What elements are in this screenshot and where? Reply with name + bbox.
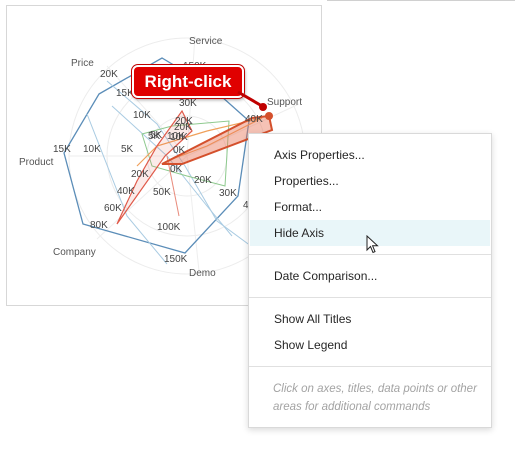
right-tick: 30K bbox=[219, 188, 237, 199]
axis-label-price[interactable]: Price bbox=[71, 58, 94, 69]
demo-tick: 50K bbox=[153, 187, 171, 198]
product-tick: 15K bbox=[53, 144, 71, 155]
top-divider bbox=[327, 0, 515, 1]
menu-item-format[interactable]: Format... bbox=[250, 194, 490, 220]
company-tick: 60K bbox=[104, 203, 122, 214]
demo-tick: 150K bbox=[164, 254, 188, 265]
inner-tick: 10K bbox=[167, 131, 185, 142]
axis-label-support[interactable]: Support bbox=[267, 97, 302, 108]
menu-item-show-legend[interactable]: Show Legend bbox=[250, 332, 490, 358]
axis-label-service[interactable]: Service bbox=[189, 36, 223, 47]
menu-hint: Click on axes, titles, data points or ot… bbox=[273, 383, 477, 413]
price-tick: 20K bbox=[100, 69, 118, 80]
company-tick: 80K bbox=[90, 220, 108, 231]
axis-label-company[interactable]: Company bbox=[53, 247, 96, 258]
menu-item-properties[interactable]: Properties... bbox=[250, 168, 490, 194]
inner-tick: 5K bbox=[148, 131, 161, 142]
menu-item-date-comparison[interactable]: Date Comparison... bbox=[250, 263, 490, 289]
axis-label-demo[interactable]: Demo bbox=[189, 268, 216, 279]
inner-tick: 0K bbox=[170, 164, 183, 175]
menu-separator bbox=[249, 297, 491, 298]
service-tick: 30K bbox=[179, 98, 197, 109]
menu-item-show-all-titles[interactable]: Show All Titles bbox=[250, 306, 490, 332]
inner-tick: 20K bbox=[194, 175, 212, 186]
right-click-callout: Right-click bbox=[132, 65, 244, 98]
product-tick: 5K bbox=[121, 144, 134, 155]
menu-separator bbox=[249, 366, 491, 367]
selected-point[interactable] bbox=[265, 112, 273, 120]
axis-label-product[interactable]: Product bbox=[19, 157, 54, 168]
company-tick: 40K bbox=[117, 186, 135, 197]
mouse-cursor-icon bbox=[366, 235, 379, 254]
menu-item-axis-properties[interactable]: Axis Properties... bbox=[250, 142, 490, 168]
support-tick: 40K bbox=[245, 114, 263, 125]
product-tick: 10K bbox=[83, 144, 101, 155]
inner-tick: 0K bbox=[173, 145, 186, 156]
demo-tick: 100K bbox=[157, 222, 181, 233]
price-tick: 10K bbox=[133, 110, 151, 121]
context-menu: Axis Properties... Properties... Format.… bbox=[248, 133, 492, 428]
company-tick: 20K bbox=[131, 169, 149, 180]
